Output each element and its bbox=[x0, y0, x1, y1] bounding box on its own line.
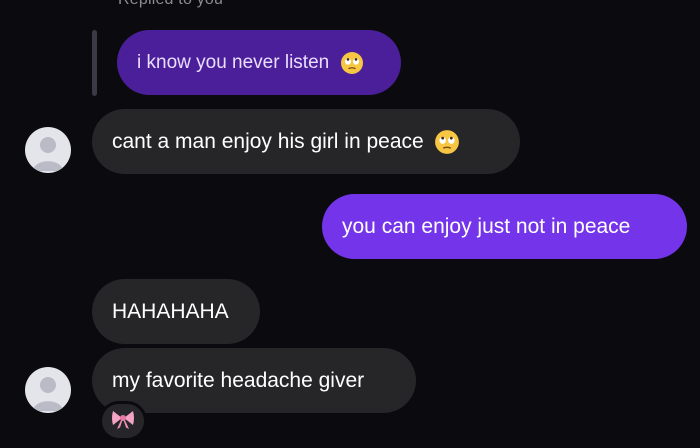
default-avatar-icon bbox=[33, 377, 63, 411]
chat-thread: Replied to you i know you never listen c… bbox=[0, 0, 700, 448]
contact-avatar[interactable] bbox=[25, 127, 71, 173]
message-bubble-incoming[interactable]: my favorite headache giver bbox=[92, 348, 416, 413]
message-bubble-incoming[interactable]: cant a man enjoy his girl in peace bbox=[92, 109, 520, 174]
message-reaction[interactable] bbox=[99, 401, 147, 441]
default-avatar-icon bbox=[33, 137, 63, 171]
message-bubble-outgoing[interactable]: you can enjoy just not in peace bbox=[322, 194, 687, 259]
message-bubble-incoming[interactable]: HAHAHAHA bbox=[92, 279, 260, 344]
pink-bow-icon bbox=[110, 408, 136, 435]
quoted-message-bubble[interactable]: i know you never listen bbox=[117, 30, 401, 95]
message-text: my favorite headache giver bbox=[112, 369, 365, 392]
contact-avatar[interactable] bbox=[25, 367, 71, 413]
face-with-rolling-eyes-icon bbox=[339, 50, 365, 76]
face-with-rolling-eyes-icon bbox=[434, 129, 460, 155]
message-text: cant a man enjoy his girl in peace bbox=[112, 130, 424, 153]
message-text: you can enjoy just not in peace bbox=[342, 215, 631, 238]
quoted-message-text: i know you never listen bbox=[137, 52, 330, 73]
replied-to-you-label: Replied to you bbox=[118, 0, 223, 9]
message-text: HAHAHAHA bbox=[112, 300, 229, 323]
reply-indicator-bar bbox=[92, 30, 97, 96]
